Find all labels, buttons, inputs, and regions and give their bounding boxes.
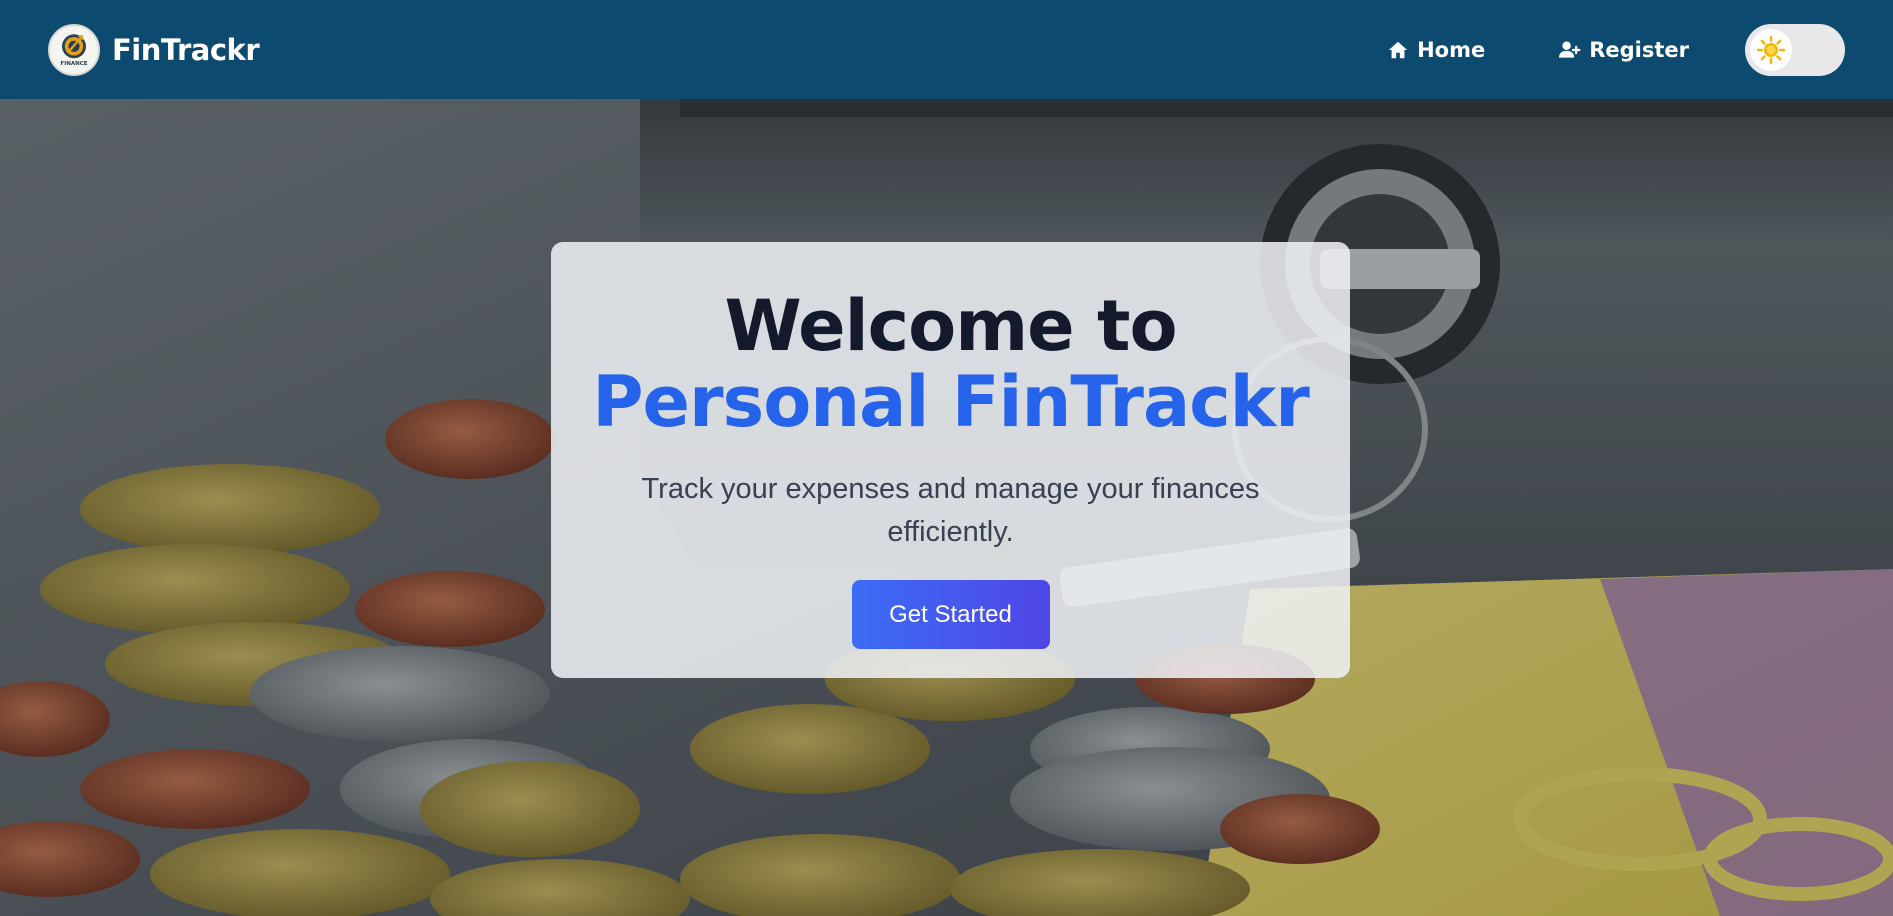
welcome-card: Welcome to Personal FinTrackr Track your… (551, 242, 1350, 678)
home-icon (1388, 41, 1408, 58)
brand[interactable]: FINANCE FinTrackr (48, 23, 260, 76)
get-started-button[interactable]: Get Started (851, 580, 1050, 649)
nav-menu: Home Register (1387, 23, 1845, 76)
theme-toggle[interactable] (1745, 23, 1845, 76)
nav-home-link[interactable]: Home (1387, 38, 1485, 62)
logo-text: FINANCE (60, 60, 87, 66)
nav-register-label: Register (1589, 37, 1689, 62)
nav-home-label: Home (1417, 37, 1486, 62)
hero-subtitle: Track your expenses and manage your fina… (641, 473, 1260, 548)
brand-name: FinTrackr (112, 32, 260, 67)
hero-section: Welcome to Personal FinTrackr Track your… (0, 99, 1893, 916)
toggle-knob (1750, 28, 1792, 71)
nav-register-link[interactable]: Register (1559, 38, 1689, 62)
user-plus-icon (1559, 41, 1581, 58)
logo: FINANCE (48, 23, 100, 76)
navbar: FINANCE FinTrackr Home Register (0, 0, 1893, 99)
hero-title-line1: Welcome to (724, 285, 1177, 367)
sun-icon (1756, 35, 1786, 64)
hero-title-line2: Personal FinTrackr (592, 361, 1310, 443)
